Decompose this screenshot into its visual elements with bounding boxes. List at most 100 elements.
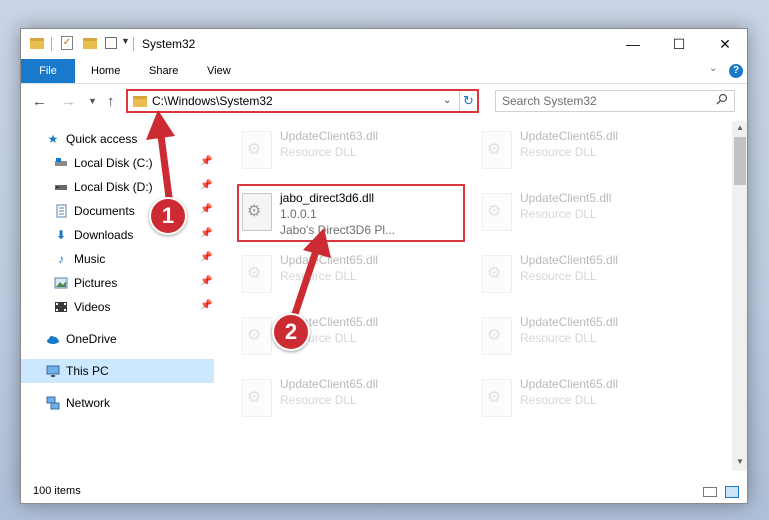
customize-toolbar-dropdown-icon[interactable]: ▼ <box>121 36 130 54</box>
folder-icon <box>133 96 147 107</box>
sidebar-item-label: Music <box>74 252 106 266</box>
toolbar-divider <box>51 37 52 51</box>
documents-icon <box>54 204 68 218</box>
refresh-icon[interactable]: ↻ <box>463 93 474 109</box>
pin-icon[interactable]: 📌 <box>200 204 212 215</box>
pin-icon[interactable]: 📌 <box>200 276 212 287</box>
up-arrow-icon[interactable]: ↑ <box>107 93 115 110</box>
step-1-badge: 1 <box>149 197 187 235</box>
file-item[interactable]: ⚙ UpdateClient65.dll Resource DLL <box>476 247 704 305</box>
large-icons-view-icon[interactable] <box>725 486 739 498</box>
file-item[interactable]: ⚙ UpdateClient65.dll Resource DLL <box>236 247 464 305</box>
sidebar-item-label: Quick access <box>66 132 138 146</box>
address-divider <box>459 91 460 111</box>
tab-home[interactable]: Home <box>91 59 120 83</box>
file-type: Resource DLL <box>520 269 597 283</box>
drive-icon <box>54 180 68 194</box>
sidebar-item-label: Local Disk (C:) <box>74 156 153 170</box>
pin-icon[interactable]: 📌 <box>200 252 212 263</box>
file-item[interactable]: ⚙ UpdateClient65.dll Resource DLL <box>236 309 464 367</box>
file-name: UpdateClient65.dll <box>520 129 619 143</box>
address-path[interactable]: C:\Windows\System32 <box>152 94 273 108</box>
status-bar: 100 items <box>21 481 747 503</box>
file-highlight-box <box>237 184 465 242</box>
pin-icon[interactable]: 📌 <box>200 300 212 311</box>
file-type: Resource DLL <box>520 207 597 221</box>
sidebar-item-quick-access[interactable]: ★ Quick access <box>21 127 214 151</box>
properties-check-icon[interactable]: ✓ <box>61 36 73 50</box>
tab-view[interactable]: View <box>207 59 231 83</box>
maximize-button[interactable]: ☐ <box>656 29 702 59</box>
vertical-scrollbar[interactable]: ▲ ▼ <box>732 121 747 471</box>
sidebar-item-label: Videos <box>74 300 111 314</box>
file-name: UpdateClient63.dll <box>280 129 379 143</box>
sidebar-item-label: Local Disk (D:) <box>74 180 153 194</box>
scroll-down-arrow-icon[interactable]: ▼ <box>736 457 744 466</box>
item-count: 100 items <box>33 485 81 497</box>
scrollbar-thumb[interactable] <box>734 137 746 185</box>
address-bar[interactable]: C:\Windows\System32 ⌄ ↻ <box>126 89 479 113</box>
file-item[interactable]: ⚙ UpdateClient63.dll Resource DLL <box>236 123 464 181</box>
search-icon[interactable] <box>716 93 728 108</box>
pin-icon[interactable]: 📌 <box>200 180 212 191</box>
scroll-up-arrow-icon[interactable]: ▲ <box>736 123 744 132</box>
sidebar-item-local-disk-c[interactable]: Local Disk (C:) 📌 <box>21 151 214 175</box>
file-type: Resource DLL <box>520 393 597 407</box>
help-icon[interactable]: ? <box>729 64 743 78</box>
file-name: UpdateClient5.dll <box>520 191 612 205</box>
sidebar-item-onedrive[interactable]: OneDrive <box>21 327 214 351</box>
file-type: Resource DLL <box>280 393 357 407</box>
close-button[interactable]: ✕ <box>702 29 747 59</box>
pin-icon[interactable]: 📌 <box>200 156 212 167</box>
dll-file-icon: ⚙ <box>242 379 272 417</box>
file-type: Resource DLL <box>280 269 357 283</box>
sidebar-item-local-disk-d[interactable]: Local Disk (D:) 📌 <box>21 175 214 199</box>
back-arrow-icon[interactable]: ← <box>32 93 47 110</box>
file-item[interactable]: ⚙ UpdateClient65.dll Resource DLL <box>476 371 704 429</box>
tab-share[interactable]: Share <box>149 59 178 83</box>
file-item[interactable]: ⚙ UpdateClient65.dll Resource DLL <box>476 123 704 181</box>
address-dropdown-chevron-icon[interactable]: ⌄ <box>443 95 451 106</box>
sidebar-item-pictures[interactable]: Pictures 📌 <box>21 271 214 295</box>
dll-file-icon: ⚙ <box>482 317 512 355</box>
navigation-bar: ← → ▼ ↑ C:\Windows\System32 ⌄ ↻ Search S… <box>21 84 747 118</box>
star-icon: ★ <box>47 132 59 146</box>
file-list: ⚙ UpdateClient63.dll Resource DLL ⚙ jabo… <box>214 121 732 471</box>
sidebar-item-label: Network <box>66 396 111 410</box>
dll-file-icon: ⚙ <box>482 255 512 293</box>
sidebar-item-music[interactable]: ♪ Music 📌 <box>21 247 214 271</box>
forward-arrow-icon[interactable]: → <box>61 93 76 110</box>
sidebar-item-label: This PC <box>66 364 109 378</box>
sidebar-item-downloads[interactable]: ⬇ Downloads 📌 <box>21 223 214 247</box>
music-icon: ♪ <box>58 252 64 266</box>
tab-file[interactable]: File <box>21 59 75 83</box>
new-folder-icon[interactable] <box>83 38 97 49</box>
network-icon <box>46 396 60 410</box>
file-type: Resource DLL <box>280 145 357 159</box>
file-item[interactable]: ⚙ UpdateClient65.dll Resource DLL <box>236 371 464 429</box>
rename-icon[interactable] <box>105 37 117 49</box>
file-item[interactable]: ⚙ UpdateClient5.dll Resource DLL <box>476 185 704 243</box>
sidebar-item-label: Downloads <box>74 228 134 242</box>
video-icon <box>54 300 68 314</box>
sidebar-item-videos[interactable]: Videos 📌 <box>21 295 214 319</box>
file-name: UpdateClient65.dll <box>520 315 619 329</box>
details-view-icon[interactable] <box>703 487 717 497</box>
file-explorer-window: ✓ ▼ System32 — ☐ ✕ File Home Share View … <box>20 28 748 504</box>
pin-icon[interactable]: 📌 <box>200 228 212 239</box>
sidebar-item-this-pc[interactable]: This PC <box>21 359 214 383</box>
file-type: Resource DLL <box>520 331 597 345</box>
drive-icon <box>54 156 68 170</box>
dll-file-icon: ⚙ <box>482 379 512 417</box>
search-input[interactable]: Search System32 <box>495 90 735 112</box>
cloud-icon <box>46 332 60 346</box>
search-placeholder: Search System32 <box>502 94 597 108</box>
computer-icon <box>46 364 60 378</box>
minimize-button[interactable]: — <box>610 29 656 59</box>
file-item[interactable]: ⚙ UpdateClient65.dll Resource DLL <box>476 309 704 367</box>
expand-ribbon-chevron-icon[interactable]: ⌄ <box>709 63 717 74</box>
sidebar-item-network[interactable]: Network <box>21 391 214 415</box>
dll-file-icon: ⚙ <box>242 255 272 293</box>
recent-locations-chevron-icon[interactable]: ▼ <box>88 96 97 106</box>
window-title: System32 <box>142 37 196 51</box>
